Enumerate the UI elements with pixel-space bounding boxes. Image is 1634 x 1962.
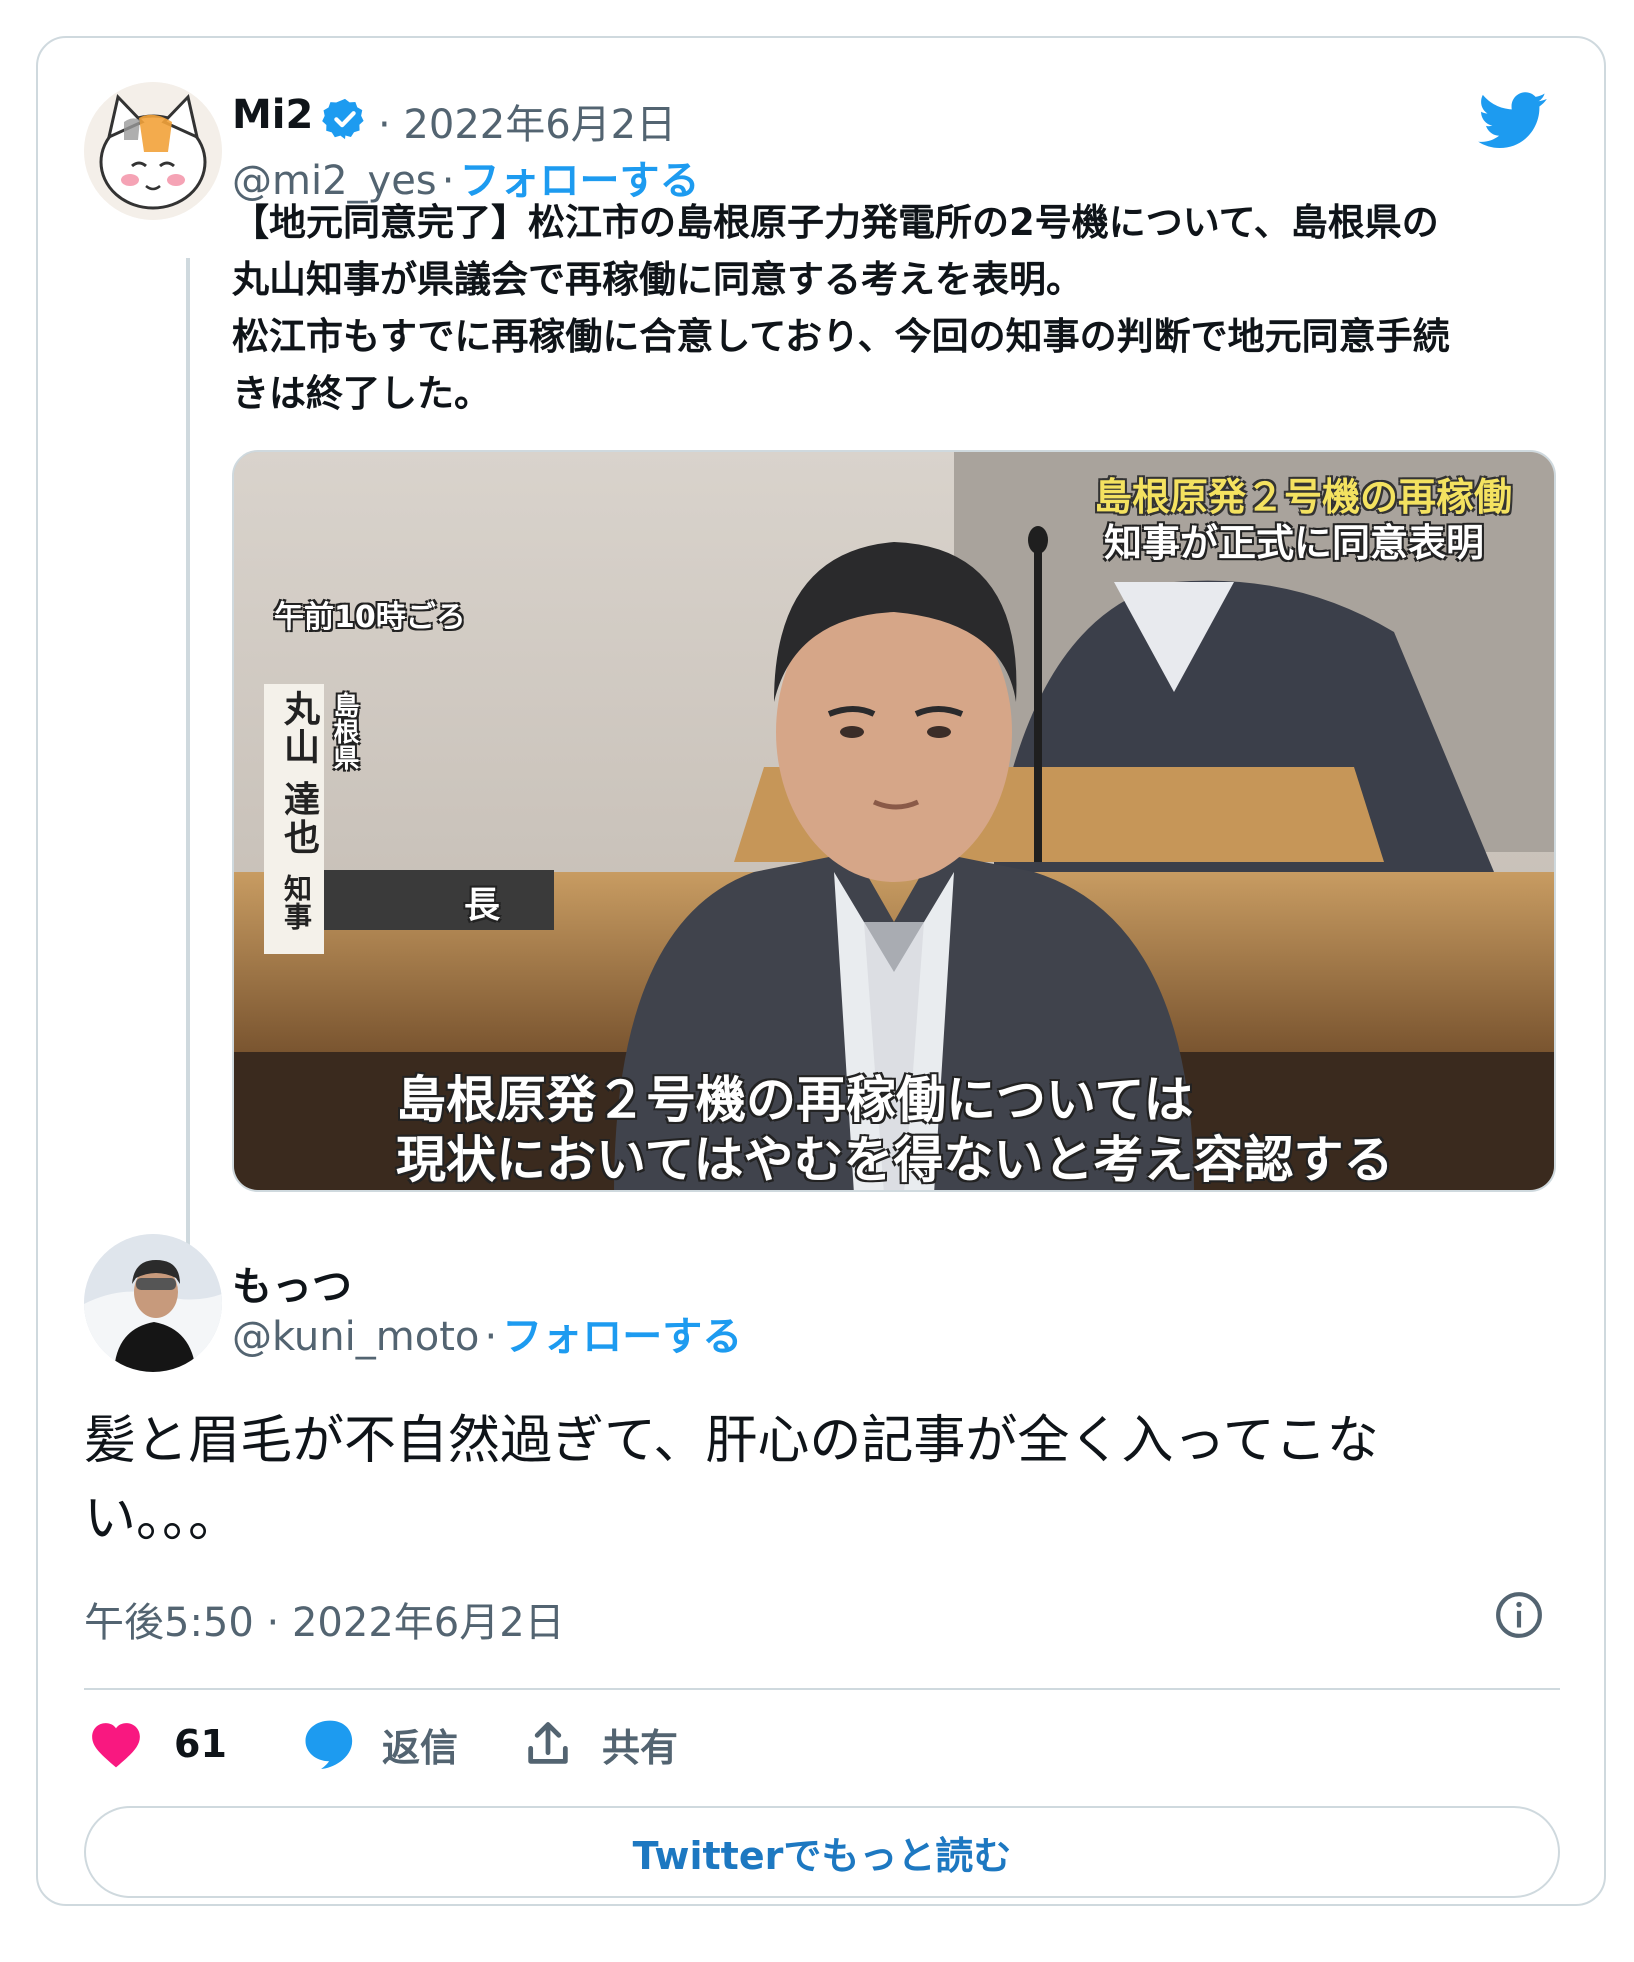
subtitle-line-2: 現状においてはやむを得ないと考え容認する [396, 1131, 1394, 1189]
name-caption-main: 丸山 達也 [278, 690, 319, 857]
quoted-tweet-text: 【地元同意完了】松江市の島根原子力発電所の2号機について、島根県の 丸山知事が県… [232, 201, 1450, 415]
reply-author-avatar[interactable] [84, 1234, 222, 1372]
reply-label: 返信 [382, 1725, 459, 1770]
reply-follow-button[interactable]: フォローする [502, 1314, 742, 1360]
read-more-on-twitter-button[interactable]: Twitterでもっと読む [84, 1806, 1560, 1898]
share-button[interactable]: 共有 [522, 1714, 678, 1774]
reply-bubble-icon [302, 1717, 358, 1771]
quoted-tweet-image[interactable]: 島根原発２号機の再稼働 知事が正式に同意表明 午前10時ごろ 丸山 達也 知事 … [232, 450, 1556, 1192]
time-caption: 午前10時ごろ [274, 600, 466, 635]
quoted-author-avatar[interactable] [84, 82, 222, 220]
thread-connector-line [186, 258, 190, 1258]
reply-handle-row: @kuni_moto · フォローする [232, 1304, 742, 1362]
share-label: 共有 [602, 1725, 679, 1770]
quoted-tweet-date[interactable]: · 2022年6月2日 [378, 92, 676, 150]
follow-separator: · [484, 1314, 498, 1360]
reply-tweet-text: 髪と眉毛が不自然過ぎて、肝心の記事が全く入ってこな い。。。 [84, 1411, 1379, 1549]
name-caption-prefecture: 島根県 [329, 692, 359, 770]
reply-author-handle[interactable]: @kuni_moto [232, 1314, 479, 1360]
name-caption-role: 知事 [280, 874, 313, 930]
verified-badge-icon [322, 96, 368, 142]
twitter-bird-icon[interactable] [1478, 92, 1548, 150]
quoted-author-name[interactable]: Mi2 [232, 92, 313, 138]
name-caption: 丸山 達也 知事 [264, 684, 324, 954]
reply-button[interactable]: 返信 [302, 1714, 458, 1774]
info-icon[interactable] [1494, 1590, 1544, 1640]
name-plate-text: 長 [464, 885, 501, 926]
like-button[interactable]: 61 [88, 1714, 227, 1774]
heart-icon [88, 1719, 144, 1769]
share-icon [522, 1718, 574, 1770]
actions-divider [84, 1688, 1560, 1690]
tweet-embed-card: Mi2 · 2022年6月2日 @mi2_yes · フォローする 【地元同意完… [36, 36, 1606, 1906]
overlay-headline-2: 知事が正式に同意表明 [1104, 521, 1485, 565]
reply-timestamp[interactable]: 午後5:50 · 2022年6月2日 [84, 1590, 565, 1648]
like-count: 61 [174, 1722, 227, 1766]
